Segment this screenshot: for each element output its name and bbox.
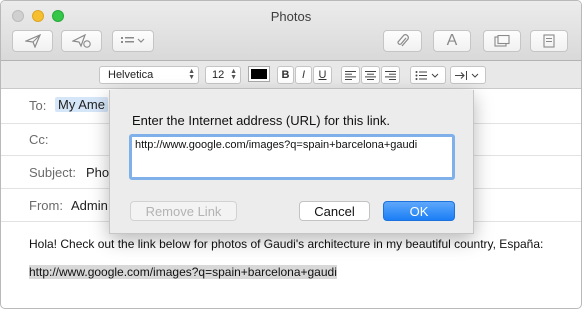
- to-label: To:: [29, 98, 47, 113]
- bold-button[interactable]: B: [277, 66, 294, 84]
- photo-browser-button[interactable]: [483, 30, 521, 52]
- header-fields-button[interactable]: [112, 30, 154, 52]
- url-input[interactable]: http://www.google.com/images?q=spain+bar…: [129, 134, 455, 180]
- compose-window: Photos A Helvetica ▲ ▼ 12 ▲ ▼ B I U To: …: [0, 0, 582, 309]
- cc-label: Cc:: [29, 132, 49, 147]
- stationery-button[interactable]: [530, 30, 568, 52]
- italic-button[interactable]: I: [295, 66, 312, 84]
- send-button[interactable]: [12, 30, 53, 52]
- window-icon: [494, 35, 510, 47]
- window-title: Photos: [270, 9, 312, 24]
- from-label: From:: [29, 198, 63, 213]
- template-icon: [543, 34, 555, 48]
- align-right-icon: [385, 70, 396, 80]
- list-style-button[interactable]: [410, 66, 446, 84]
- attach-icon: [396, 34, 409, 47]
- list-icon: [121, 37, 145, 43]
- font-size-value: 12: [212, 69, 225, 81]
- send-later-button[interactable]: [61, 30, 102, 52]
- dialog-prompt: Enter the Internet address (URL) for thi…: [132, 113, 390, 128]
- attach-button[interactable]: [383, 30, 422, 52]
- align-center-icon: [365, 70, 376, 80]
- message-line[interactable]: Hola! Check out the link below for photo…: [29, 237, 543, 251]
- align-right-button[interactable]: [381, 66, 400, 84]
- align-center-button[interactable]: [361, 66, 380, 84]
- chevron-updown-icon: ▲ ▼: [188, 68, 195, 81]
- align-left-button[interactable]: [341, 66, 360, 84]
- send-icon: [24, 34, 41, 48]
- bullet-list-icon: [415, 70, 439, 80]
- message-link[interactable]: http://www.google.com/images?q=spain+bar…: [29, 265, 337, 279]
- fonts-button[interactable]: A: [433, 30, 471, 52]
- subject-field[interactable]: Pho: [86, 165, 109, 180]
- chevron-updown-icon: ▲ ▼: [230, 68, 237, 81]
- font-size-select[interactable]: 12 ▲ ▼: [205, 66, 241, 84]
- ok-button[interactable]: OK: [383, 201, 455, 221]
- font-family-select[interactable]: Helvetica ▲ ▼: [99, 66, 199, 84]
- from-select[interactable]: Admin: [71, 198, 108, 213]
- font-icon: A: [446, 32, 458, 49]
- underline-button[interactable]: U: [313, 66, 332, 84]
- subject-label: Subject:: [29, 165, 76, 180]
- reply-icon: [71, 34, 91, 48]
- font-family-value: Helvetica: [108, 69, 154, 81]
- cancel-button[interactable]: Cancel: [299, 201, 370, 221]
- align-left-icon: [345, 70, 356, 80]
- text-color-well[interactable]: [248, 66, 270, 82]
- indent-button[interactable]: [450, 66, 486, 84]
- link-dialog: Enter the Internet address (URL) for thi…: [109, 90, 474, 234]
- remove-link-button[interactable]: Remove Link: [130, 201, 237, 221]
- recipient-token[interactable]: My Ame: [55, 97, 108, 112]
- titlebar: Photos A: [1, 1, 581, 61]
- indent-icon: [455, 70, 479, 80]
